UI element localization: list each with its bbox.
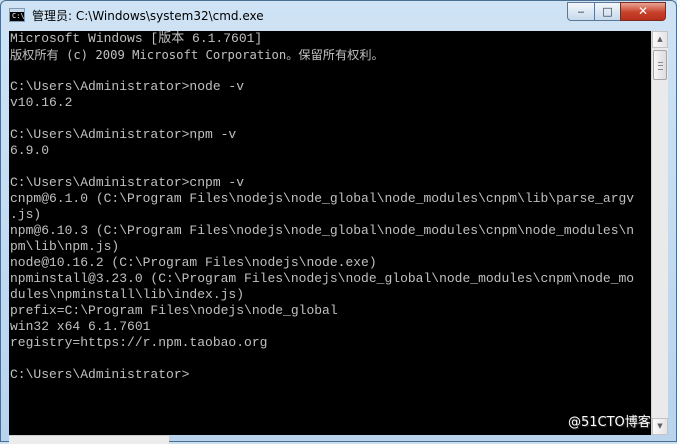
console-line: cnpm@6.1.0 (C:\Program Files\nodejs\node… — [10, 191, 635, 206]
console-line: registry=https://r.npm.taobao.org — [10, 335, 268, 350]
close-button[interactable]: ✕ — [620, 2, 666, 21]
console-line: C:\Users\Administrator>node -v — [10, 79, 245, 94]
maximize-button[interactable]: □ — [594, 2, 621, 21]
scroll-up-button[interactable]: ▲ — [652, 31, 668, 48]
console-line: prefix=C:\Program Files\nodejs\node_glob… — [10, 303, 338, 318]
horizontal-scrollbar[interactable] — [9, 435, 169, 444]
cmd-window: C:\ 管理员: C:\Windows\system32\cmd.exe ‒ □… — [0, 0, 677, 444]
grip-icon — [658, 62, 663, 70]
console-output[interactable]: Microsoft Windows [版本 6.1.7601] 版权所有 (c)… — [9, 31, 651, 435]
minimize-button[interactable]: ‒ — [567, 2, 595, 21]
console-line: v10.16.2 — [10, 95, 73, 110]
watermark: @51CTO博客 — [568, 415, 651, 430]
console-line: .js) — [10, 207, 42, 222]
console-line: node@10.16.2 (C:\Program Files\nodejs\no… — [10, 255, 377, 270]
scroll-down-button[interactable]: ▼ — [652, 418, 668, 435]
console-line: npminstall@3.23.0 (C:\Program Files\node… — [10, 271, 635, 286]
console-line: npm@6.10.3 (C:\Program Files\nodejs\node… — [10, 223, 635, 238]
console-line: dules\npminstall\lib\index.js) — [10, 287, 245, 302]
console-line: win32 x64 6.1.7601 — [10, 319, 151, 334]
title-bar[interactable]: C:\ 管理员: C:\Windows\system32\cmd.exe ‒ □… — [1, 1, 676, 31]
console-line: Microsoft Windows [版本 6.1.7601] — [10, 31, 263, 46]
scrollbar-thumb[interactable] — [653, 50, 667, 80]
console-line: 版权所有 (c) 2009 Microsoft Corporation。保留所有… — [10, 48, 384, 62]
console-line: 6.9.0 — [10, 143, 50, 158]
vertical-scrollbar[interactable]: ▲ ▼ — [651, 31, 668, 435]
window-title: 管理员: C:\Windows\system32\cmd.exe — [32, 9, 264, 23]
console-line: C:\Users\Administrator>cnpm -v — [10, 175, 245, 190]
console-prompt: C:\Users\Administrator> — [10, 367, 190, 382]
console-line: C:\Users\Administrator>npm -v — [10, 127, 237, 142]
cmd-icon[interactable]: C:\ — [9, 8, 25, 22]
console-line: pm\lib\npm.js) — [10, 239, 120, 254]
